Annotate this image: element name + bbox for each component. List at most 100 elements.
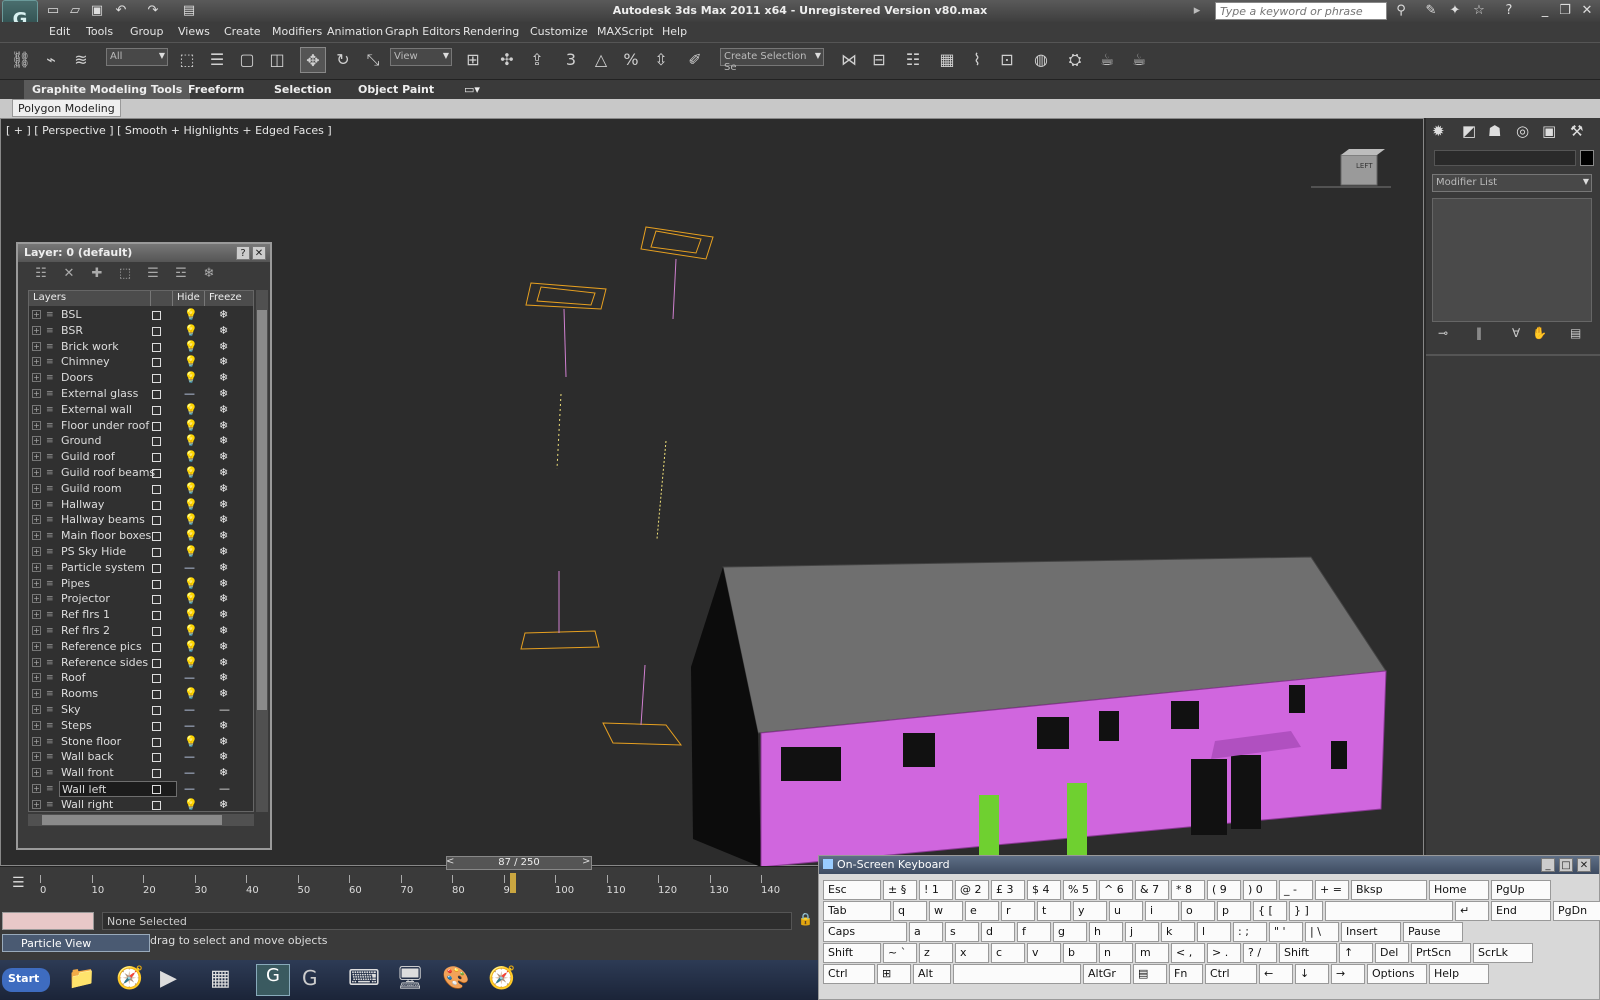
snowflake-icon[interactable]: ❄ bbox=[219, 371, 228, 384]
search-input[interactable] bbox=[1215, 2, 1387, 20]
menu-help[interactable]: Help bbox=[662, 25, 687, 38]
tab-object-paint[interactable]: Object Paint bbox=[350, 80, 442, 100]
ribbon-options-icon[interactable]: ▭▾ bbox=[456, 80, 488, 100]
column-hide[interactable]: Hide bbox=[173, 291, 205, 306]
snowflake-icon[interactable]: ❄ bbox=[219, 750, 228, 763]
layer-row[interactable]: + ≡ External glass — ❄ bbox=[29, 386, 253, 402]
snowflake-icon[interactable]: ❄ bbox=[219, 482, 228, 495]
osk-key[interactable]: m bbox=[1135, 943, 1169, 963]
safari-alt-icon[interactable]: 🧭 bbox=[488, 966, 515, 991]
osk-key[interactable]: ~ ` bbox=[883, 943, 917, 963]
osk-key[interactable]: b bbox=[1063, 943, 1097, 963]
osk-key[interactable]: r bbox=[1001, 901, 1035, 921]
utilities-tab-icon[interactable]: ⚒ bbox=[1570, 122, 1583, 140]
current-layer-checkbox[interactable] bbox=[152, 563, 161, 573]
current-layer-checkbox[interactable] bbox=[152, 326, 161, 336]
select-by-name-icon[interactable]: ☰ bbox=[204, 47, 230, 73]
osk-key[interactable]: f bbox=[1017, 922, 1051, 942]
expand-icon[interactable]: + bbox=[32, 452, 41, 462]
layer-row[interactable]: + ≡ Guild room 💡 ❄ bbox=[29, 481, 253, 497]
current-layer-checkbox[interactable] bbox=[152, 437, 161, 447]
lightbulb-icon[interactable]: 💡 bbox=[184, 371, 198, 384]
hscroll-thumb[interactable] bbox=[42, 815, 222, 825]
undo-icon[interactable]: ↶ bbox=[112, 2, 130, 20]
osk-key[interactable]: & 7 bbox=[1135, 880, 1169, 900]
select-and-rotate-icon[interactable]: ↻ bbox=[330, 47, 356, 73]
hidden-dash-icon[interactable]: — bbox=[184, 782, 195, 795]
snowflake-icon[interactable]: ❄ bbox=[219, 434, 228, 447]
media-player-icon[interactable]: ▶ bbox=[160, 966, 177, 991]
create-tab-icon[interactable]: ✹ bbox=[1432, 122, 1445, 140]
project-folder-icon[interactable]: ▤ bbox=[180, 2, 198, 20]
graphite-toggle-icon[interactable]: ▦ bbox=[934, 47, 960, 73]
current-layer-checkbox[interactable] bbox=[152, 342, 161, 352]
osk-key[interactable]: " ' bbox=[1269, 922, 1303, 942]
tab-selection[interactable]: Selection bbox=[266, 80, 340, 100]
redo-icon[interactable]: ↷ bbox=[144, 2, 162, 20]
modifier-list-dropdown[interactable]: Modifier List bbox=[1432, 174, 1592, 192]
snowflake-icon[interactable]: ❄ bbox=[219, 671, 228, 684]
3dsmax-taskbar-icon[interactable]: G bbox=[256, 964, 290, 996]
osk-key[interactable]: * 8 bbox=[1171, 880, 1205, 900]
modify-tab-icon[interactable]: ◩ bbox=[1462, 122, 1476, 140]
current-layer-checkbox[interactable] bbox=[152, 532, 161, 542]
snowflake-icon[interactable]: ❄ bbox=[219, 324, 228, 337]
osk-key[interactable]: ! 1 bbox=[919, 880, 953, 900]
hidden-dash-icon[interactable]: — bbox=[184, 561, 195, 574]
expand-icon[interactable]: + bbox=[32, 420, 41, 430]
osk-key[interactable]: End bbox=[1491, 901, 1551, 921]
osk-key[interactable]: ⊞ bbox=[877, 964, 911, 984]
snowflake-icon[interactable]: ❄ bbox=[219, 577, 228, 590]
osk-key[interactable]: h bbox=[1089, 922, 1123, 942]
layer-row[interactable]: + ≡ Hallway beams 💡 ❄ bbox=[29, 512, 253, 528]
osk-key[interactable]: Tab bbox=[823, 901, 891, 921]
expand-icon[interactable]: + bbox=[32, 341, 41, 351]
osk-key[interactable]: PgDn bbox=[1553, 901, 1600, 921]
osk-key[interactable]: PgUp bbox=[1491, 880, 1551, 900]
tools-icon[interactable]: ✎ bbox=[1422, 2, 1440, 20]
lightbulb-icon[interactable]: 💡 bbox=[184, 608, 198, 621]
polygon-modeling-panel[interactable]: Polygon Modeling bbox=[12, 99, 121, 117]
osk-key[interactable]: ^ 6 bbox=[1099, 880, 1133, 900]
lightbulb-icon[interactable]: 💡 bbox=[184, 798, 198, 811]
osk-key[interactable]: { [ bbox=[1253, 901, 1287, 921]
osk-key[interactable]: p bbox=[1217, 901, 1251, 921]
osk-key[interactable]: → bbox=[1331, 964, 1365, 984]
expand-icon[interactable]: + bbox=[32, 578, 41, 588]
select-manipulate-icon[interactable]: ✣ bbox=[494, 47, 520, 73]
menu-rendering[interactable]: Rendering bbox=[463, 25, 519, 38]
osk-key[interactable]: c bbox=[991, 943, 1025, 963]
osk-title-bar[interactable]: On-Screen Keyboard bbox=[819, 856, 1599, 874]
lightbulb-icon[interactable]: 💡 bbox=[184, 624, 198, 637]
expand-icon[interactable]: + bbox=[32, 641, 41, 651]
lightbulb-icon[interactable]: 💡 bbox=[184, 577, 198, 590]
osk-close-button[interactable]: ✕ bbox=[1577, 858, 1591, 872]
expand-icon[interactable]: + bbox=[32, 373, 41, 383]
current-layer-checkbox[interactable] bbox=[152, 753, 161, 763]
select-object-icon[interactable]: ⬚ bbox=[174, 47, 200, 73]
layer-row[interactable]: + ≡ Doors 💡 ❄ bbox=[29, 370, 253, 386]
osk-key[interactable]: l bbox=[1197, 922, 1231, 942]
snowflake-icon[interactable]: ❄ bbox=[219, 608, 228, 621]
current-layer-checkbox[interactable] bbox=[152, 658, 161, 668]
menu-graph-editors[interactable]: Graph Editors bbox=[385, 25, 461, 38]
lock-selection-icon[interactable]: 🔒 bbox=[798, 912, 813, 926]
layer-dialog-header[interactable]: Layer: 0 (default) bbox=[18, 244, 270, 262]
on-screen-keyboard[interactable]: On-Screen Keyboard _ □ ✕ Esc ± §! 1 @ 2 £ 3… bbox=[818, 855, 1600, 1000]
current-layer-checkbox[interactable] bbox=[152, 311, 161, 320]
named-selection-dropdown[interactable]: Create Selection Se bbox=[720, 48, 824, 73]
osk-key[interactable]: n bbox=[1099, 943, 1133, 963]
current-layer-checkbox[interactable] bbox=[152, 674, 161, 684]
osk-key[interactable]: Shift bbox=[823, 943, 881, 963]
expand-icon[interactable]: + bbox=[32, 404, 41, 414]
column-current[interactable] bbox=[151, 291, 173, 306]
layer-row[interactable]: + ≡ Guild roof beams 💡 ❄ bbox=[29, 465, 253, 481]
binoculars-icon[interactable]: ⚲ bbox=[1392, 2, 1410, 20]
current-layer-checkbox[interactable] bbox=[152, 469, 161, 478]
highlight-layer-icon[interactable]: ☰ bbox=[142, 266, 164, 286]
percent-snap-icon[interactable]: % bbox=[618, 47, 644, 73]
layer-row[interactable]: + ≡ BSR 💡 ❄ bbox=[29, 323, 253, 339]
angle-snap-icon[interactable]: △ bbox=[588, 47, 614, 73]
osk-key[interactable]: Home bbox=[1429, 880, 1489, 900]
antivirus-icon[interactable]: ▦ bbox=[210, 966, 231, 991]
